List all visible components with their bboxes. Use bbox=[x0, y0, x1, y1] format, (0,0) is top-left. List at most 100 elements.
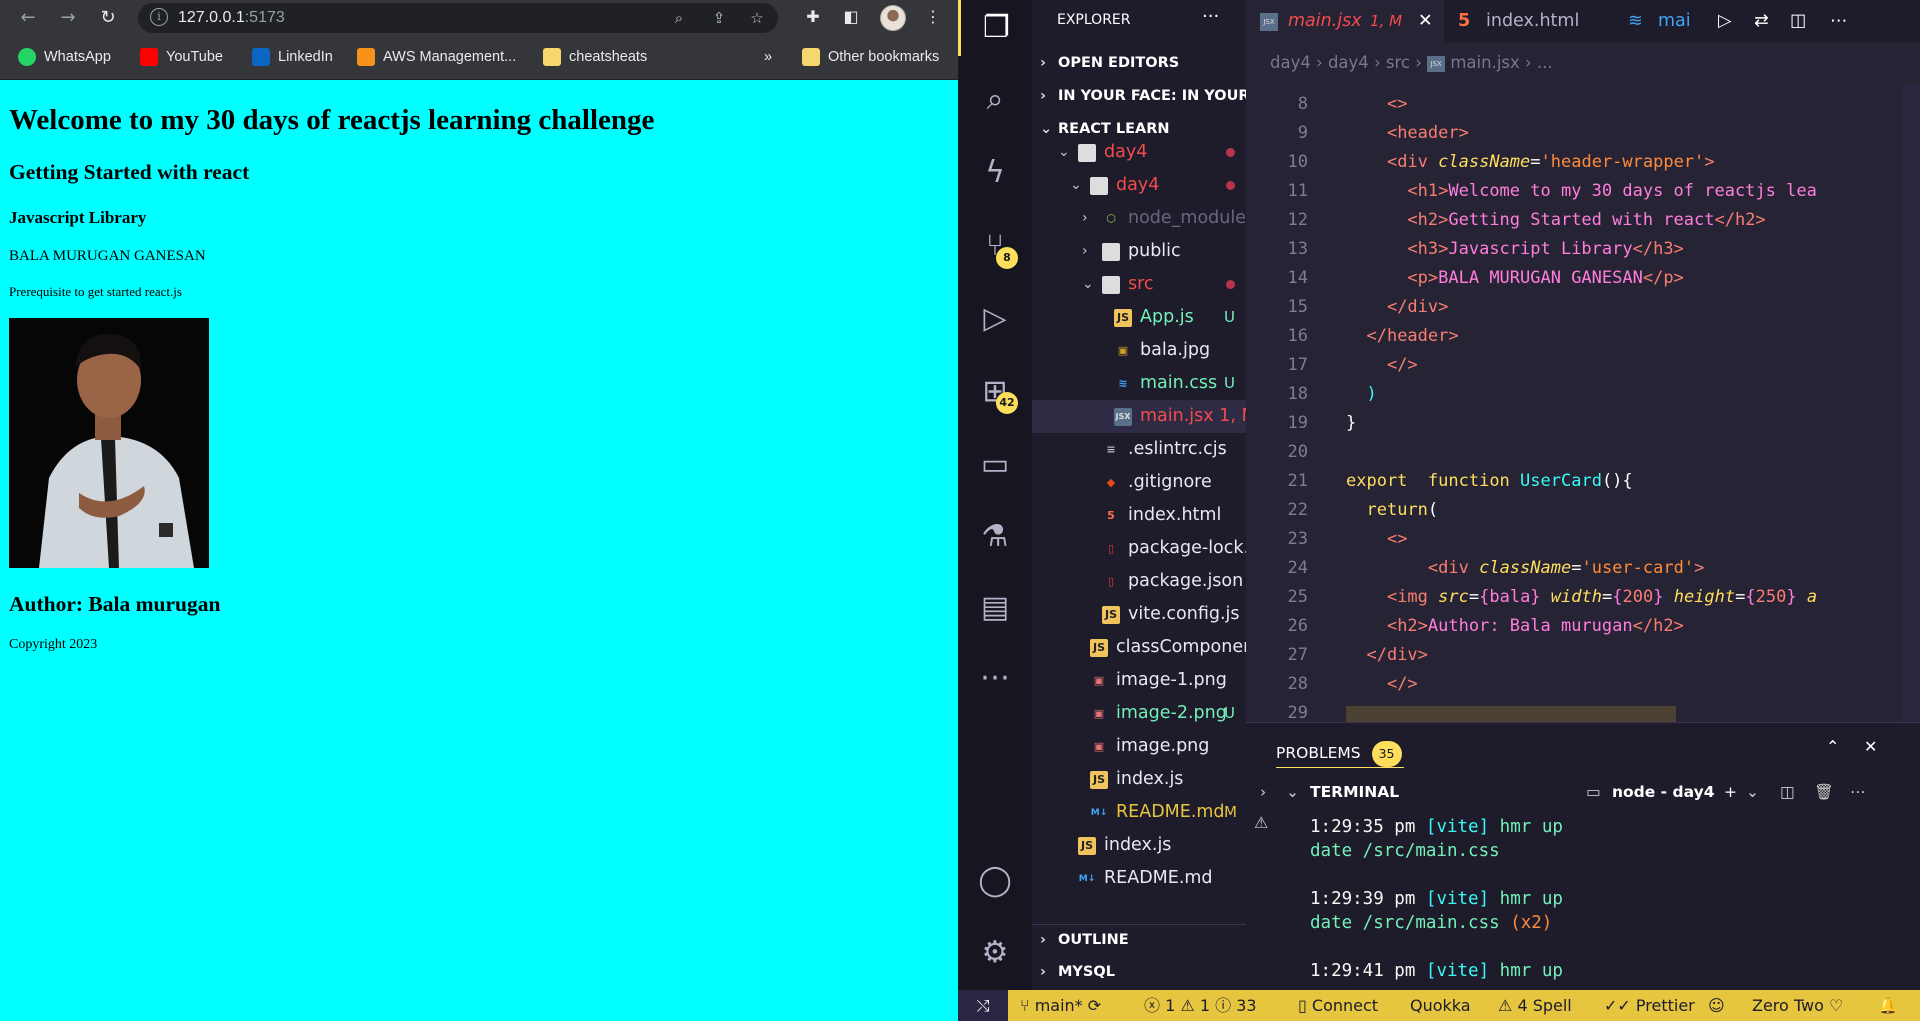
tree-file-package-lock[interactable]: ▯ package-lock.j... bbox=[1032, 532, 1246, 565]
tree-folder-day4-outer[interactable]: ⌄ day4 bbox=[1032, 136, 1246, 169]
code-editor[interactable]: 8 9 10 11 12 13 14 15 16 17 18 19 20 21 22 23 24 25 26 27 28… bbox=[1246, 84, 1920, 722]
forward-arrow-icon[interactable]: → bbox=[54, 4, 82, 32]
bookmarks-overflow-button[interactable]: » bbox=[764, 45, 772, 69]
tab-problems[interactable]: PROBLEMS 35 bbox=[1276, 741, 1402, 767]
tab-main-css[interactable]: ≋ mai bbox=[1614, 0, 1704, 42]
editor-more-icon[interactable]: ⋯ bbox=[1830, 0, 1848, 42]
search-icon[interactable]: ⌕ bbox=[958, 72, 1032, 128]
spell-item[interactable]: ⚠ 4 Spell bbox=[1498, 990, 1572, 1021]
back-arrow-icon[interactable]: ← bbox=[14, 4, 42, 32]
bookmark-youtube[interactable]: YouTube bbox=[140, 45, 223, 69]
zoom-icon[interactable]: ⌕ bbox=[668, 7, 690, 29]
chevron-up-icon[interactable]: ⌃ bbox=[1826, 737, 1839, 756]
tree-file-bala-jpg[interactable]: ▣ bala.jpg bbox=[1032, 334, 1246, 367]
minimap-scrollbar[interactable] bbox=[1902, 84, 1920, 722]
terminal-name[interactable]: node - day4 bbox=[1612, 775, 1714, 809]
section-mysql[interactable]: › MYSQL bbox=[1032, 957, 1246, 987]
bell-icon[interactable]: 🔔 bbox=[1878, 990, 1898, 1021]
chevron-down-icon[interactable]: ⌄ bbox=[1746, 775, 1759, 809]
tree-file-image[interactable]: ▣ image.png bbox=[1032, 730, 1246, 763]
notebook-icon[interactable]: ▤ bbox=[958, 580, 1032, 636]
branch-item[interactable]: ⑂ main* ⟳ bbox=[1020, 990, 1101, 1021]
breadcrumb-item[interactable]: main.jsx bbox=[1450, 53, 1519, 72]
address-bar[interactable]: i 127.0.0.1:5173 ⌕ ⇪ ☆ bbox=[138, 3, 778, 33]
trash-icon[interactable]: 🗑 bbox=[1814, 775, 1834, 809]
line-number: 8 bbox=[1297, 94, 1308, 114]
breadcrumb-item[interactable]: ... bbox=[1537, 53, 1553, 72]
tree-file-readme[interactable]: M↓ README.md M bbox=[1032, 796, 1246, 829]
chevron-down-icon[interactable]: ⌄ bbox=[1286, 775, 1299, 809]
section-in-your-face[interactable]: › IN YOUR FACE: IN YOUR F... bbox=[1032, 81, 1246, 111]
tree-folder-day4[interactable]: ⌄ day4 bbox=[1032, 169, 1246, 202]
remote-icon[interactable]: ⤭ bbox=[958, 990, 1008, 1021]
terminal-output[interactable]: 1:29:35 pm [vite] hmr up date /src/main.… bbox=[1310, 815, 1563, 983]
tree-folder-public[interactable]: › public bbox=[1032, 235, 1246, 268]
tree-file-vite-config[interactable]: JS vite.config.js bbox=[1032, 598, 1246, 631]
tree-file-index-js[interactable]: JS index.js bbox=[1032, 763, 1246, 796]
site-info-icon[interactable]: i bbox=[150, 8, 168, 26]
explorer-files-icon[interactable]: ❐ bbox=[958, 0, 1032, 56]
section-open-editors[interactable]: › OPEN EDITORS bbox=[1032, 48, 1246, 78]
tree-file-main-jsx[interactable]: JSX main.jsx 1, M bbox=[1032, 400, 1246, 433]
tree-file-index-js-root[interactable]: JS index.js bbox=[1032, 829, 1246, 862]
settings-gear-icon[interactable]: ⚙ bbox=[958, 925, 1032, 981]
breadcrumb-item[interactable]: day4 bbox=[1328, 53, 1369, 72]
tab-main-jsx[interactable]: JSX main.jsx 1, M ✕ bbox=[1246, 0, 1444, 42]
tree-file-gitignore[interactable]: ◆ .gitignore bbox=[1032, 466, 1246, 499]
split-terminal-icon[interactable]: ◫ bbox=[1780, 775, 1795, 809]
bookmark-star-icon[interactable]: ☆ bbox=[746, 7, 768, 29]
bookmark-cheatsheats[interactable]: cheatsheats bbox=[543, 45, 647, 69]
close-icon[interactable]: ✕ bbox=[1418, 0, 1433, 42]
tree-file-package-json[interactable]: ▯ package.json bbox=[1032, 565, 1246, 598]
tree-file-image-2[interactable]: ▣ image-2.png U bbox=[1032, 697, 1246, 730]
tree-file-index-html[interactable]: 5 index.html bbox=[1032, 499, 1246, 532]
tree-file-eslintrc[interactable]: ≡ .eslintrc.cjs bbox=[1032, 433, 1246, 466]
section-outline[interactable]: › OUTLINE bbox=[1032, 924, 1246, 954]
tree-file-app-js[interactable]: JS App.js U bbox=[1032, 301, 1246, 334]
tree-file-readme-root[interactable]: M↓ README.md bbox=[1032, 862, 1246, 895]
account-icon[interactable]: ◯ bbox=[958, 853, 1032, 909]
new-terminal-plus-icon[interactable]: + bbox=[1724, 775, 1737, 809]
connect-item[interactable]: ▯ Connect bbox=[1298, 990, 1378, 1021]
testing-flask-icon[interactable]: ⚗ bbox=[958, 509, 1032, 565]
terminal-label[interactable]: TERMINAL bbox=[1310, 775, 1399, 809]
source-control-icon[interactable]: ⑂ bbox=[958, 218, 1032, 274]
close-panel-icon[interactable]: ✕ bbox=[1864, 737, 1877, 756]
prettier-item[interactable]: ✓✓ Prettier bbox=[1604, 990, 1695, 1021]
folder-icon bbox=[1102, 276, 1120, 294]
tree-file-image-1[interactable]: ▣ image-1.png bbox=[1032, 664, 1246, 697]
chevron-right-icon[interactable]: › bbox=[1260, 775, 1266, 809]
problems-status[interactable]: ⓧ 1 ⚠ 1 ⓘ 33 bbox=[1144, 990, 1257, 1021]
run-debug-icon[interactable]: ▷ bbox=[958, 291, 1032, 347]
tree-file-class-component[interactable]: JS classComponent... bbox=[1032, 631, 1246, 664]
bookmark-aws[interactable]: AWS Management... bbox=[357, 45, 516, 69]
tree-folder-src[interactable]: ⌄ src bbox=[1032, 268, 1246, 301]
terminal-time: 1:29:35 pm bbox=[1310, 817, 1416, 837]
extensions-icon[interactable]: ⊞ bbox=[958, 364, 1032, 420]
terminal-more-icon[interactable]: ⋯ bbox=[1850, 775, 1866, 809]
share-icon[interactable]: ⇪ bbox=[708, 7, 730, 29]
extensions-puzzle-icon[interactable]: ✚ bbox=[800, 4, 826, 30]
breadcrumb-item[interactable]: day4 bbox=[1270, 53, 1311, 72]
reload-icon[interactable]: ↻ bbox=[94, 4, 122, 32]
explorer-more-icon[interactable]: ··· bbox=[1202, 6, 1219, 27]
more-dots-icon[interactable]: ⋯ bbox=[958, 650, 1032, 706]
split-editor-icon[interactable]: ◫ bbox=[1790, 0, 1807, 42]
profile-avatar[interactable] bbox=[880, 5, 906, 31]
bookmark-whatsapp[interactable]: WhatsApp bbox=[18, 45, 111, 69]
compare-changes-icon[interactable]: ⇄ bbox=[1754, 0, 1769, 42]
remote-explorer-icon[interactable]: ▭ bbox=[958, 437, 1032, 493]
chrome-menu-icon[interactable]: ⋮ bbox=[920, 4, 946, 30]
tree-file-main-css[interactable]: ≋ main.css U bbox=[1032, 367, 1246, 400]
bookmark-linkedin[interactable]: LinkedIn bbox=[252, 45, 333, 69]
quokka-item[interactable]: Quokka bbox=[1410, 990, 1471, 1021]
lightning-icon[interactable]: ϟ bbox=[958, 145, 1032, 201]
tab-index-html[interactable]: 5 index.html bbox=[1444, 0, 1614, 42]
side-panel-icon[interactable]: ◧ bbox=[838, 4, 864, 30]
theme-item[interactable]: Zero Two ♡ bbox=[1752, 990, 1843, 1021]
other-bookmarks[interactable]: Other bookmarks bbox=[802, 45, 939, 69]
breadcrumb-item[interactable]: src bbox=[1386, 53, 1410, 72]
tree-folder-node-modules[interactable]: › ⬡ node_modules bbox=[1032, 202, 1246, 235]
feedback-icon[interactable]: ☺ bbox=[1708, 990, 1725, 1021]
run-icon[interactable]: ▷ bbox=[1718, 0, 1731, 42]
